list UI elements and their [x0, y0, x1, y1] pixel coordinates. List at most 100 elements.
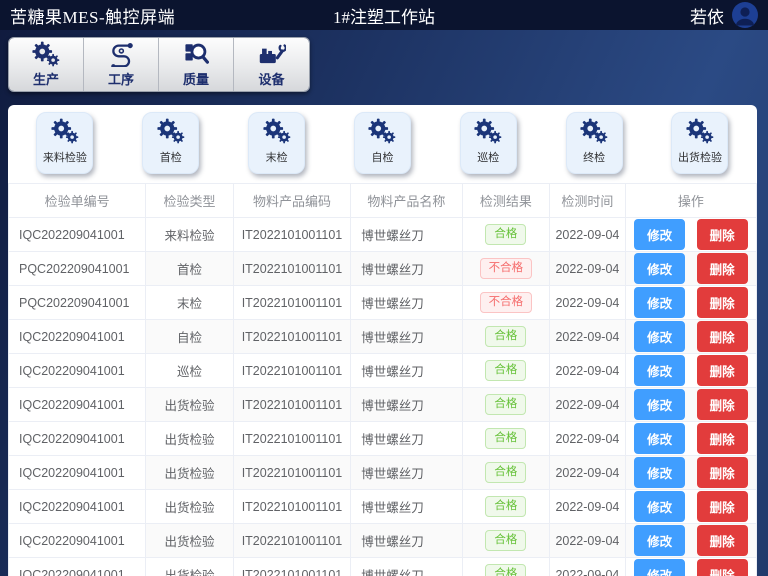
- result-badge: 合格: [485, 224, 526, 245]
- cell-inspection-type: 出货检验: [146, 490, 234, 524]
- edit-button[interactable]: 修改: [634, 491, 685, 522]
- user-area[interactable]: 若依: [690, 2, 758, 28]
- cell-material-code: IT2022101001101: [233, 252, 350, 286]
- cell-date: 2022-09-04: [550, 490, 626, 524]
- table-row: IQC202209041001 来料检验 IT2022101001101 博世螺…: [9, 218, 757, 252]
- edit-button[interactable]: 修改: [634, 457, 685, 488]
- cell-order-no: IQC202209041001: [9, 354, 146, 388]
- nav-button-4[interactable]: 设备: [234, 38, 309, 91]
- edit-button[interactable]: 修改: [634, 219, 685, 250]
- edit-button[interactable]: 修改: [634, 559, 685, 576]
- table-row: IQC202209041001 出货检验 IT2022101001101 博世螺…: [9, 558, 757, 576]
- cell-result: 不合格: [462, 252, 550, 286]
- cell-date: 2022-09-04: [550, 388, 626, 422]
- table-row: PQC202209041001 末检 IT2022101001101 博世螺丝刀…: [9, 286, 757, 320]
- table-row: IQC202209041001 出货检验 IT2022101001101 博世螺…: [9, 524, 757, 558]
- cell-result: 合格: [462, 354, 550, 388]
- cell-actions: 修改 删除: [625, 558, 756, 576]
- cell-actions: 修改 删除: [625, 456, 756, 490]
- cell-inspection-type: 出货检验: [146, 422, 234, 456]
- cell-date: 2022-09-04: [550, 252, 626, 286]
- result-badge: 合格: [485, 360, 526, 381]
- cell-order-no: IQC202209041001: [9, 320, 146, 354]
- inspection-tab-7[interactable]: 出货检验: [671, 112, 728, 174]
- inspection-tab-1[interactable]: 来料检验: [36, 112, 93, 174]
- cell-material-code: IT2022101001101: [233, 354, 350, 388]
- result-badge: 合格: [485, 496, 526, 517]
- delete-button[interactable]: 删除: [697, 389, 748, 420]
- tab-label: 出货检验: [678, 149, 722, 165]
- cell-result: 合格: [462, 422, 550, 456]
- nav-button-1[interactable]: 生产: [9, 38, 84, 91]
- inspection-tab-4[interactable]: 自检: [354, 112, 411, 174]
- cell-order-no: PQC202209041001: [9, 252, 146, 286]
- inspection-tabs: 来料检验 首检 末检 自检 巡检 终检 出货检验: [8, 112, 757, 175]
- edit-button[interactable]: 修改: [634, 287, 685, 318]
- topbar: 苦糖果MES-触控屏端 1#注塑工作站 若依: [0, 0, 768, 30]
- nav-button-2[interactable]: 工序: [84, 38, 159, 91]
- tab-label: 巡检: [477, 149, 499, 165]
- delete-button[interactable]: 删除: [697, 287, 748, 318]
- inspection-tab-3[interactable]: 末检: [248, 112, 305, 174]
- process-route-icon: [107, 41, 135, 67]
- delete-button[interactable]: 删除: [697, 457, 748, 488]
- cell-material-code: IT2022101001101: [233, 490, 350, 524]
- cell-material-name: 博世螺丝刀: [351, 388, 462, 422]
- edit-button[interactable]: 修改: [634, 423, 685, 454]
- nav-button-3[interactable]: 质量: [159, 38, 234, 91]
- cell-order-no: IQC202209041001: [9, 490, 146, 524]
- result-badge: 不合格: [480, 292, 533, 313]
- delete-button[interactable]: 删除: [697, 525, 748, 556]
- cell-material-code: IT2022101001101: [233, 456, 350, 490]
- result-badge: 不合格: [480, 258, 533, 279]
- delete-button[interactable]: 删除: [697, 321, 748, 352]
- nav-label: 生产: [33, 69, 59, 88]
- inspection-tab-5[interactable]: 巡检: [460, 112, 517, 174]
- cell-result: 合格: [462, 320, 550, 354]
- cell-material-name: 博世螺丝刀: [351, 252, 462, 286]
- table-row: IQC202209041001 出货检验 IT2022101001101 博世螺…: [9, 456, 757, 490]
- cell-material-name: 博世螺丝刀: [351, 286, 462, 320]
- column-header: 操作: [625, 184, 756, 218]
- cell-actions: 修改 删除: [625, 490, 756, 524]
- cell-material-name: 博世螺丝刀: [351, 558, 462, 576]
- cell-actions: 修改 删除: [625, 524, 756, 558]
- cell-material-code: IT2022101001101: [233, 286, 350, 320]
- cell-date: 2022-09-04: [550, 354, 626, 388]
- table-row: IQC202209041001 出货检验 IT2022101001101 博世螺…: [9, 490, 757, 524]
- cell-order-no: IQC202209041001: [9, 422, 146, 456]
- delete-button[interactable]: 删除: [697, 219, 748, 250]
- result-badge: 合格: [485, 564, 526, 576]
- cell-inspection-type: 出货检验: [146, 456, 234, 490]
- inspection-tab-2[interactable]: 首检: [142, 112, 199, 174]
- gears-icon: [156, 118, 186, 148]
- edit-button[interactable]: 修改: [634, 525, 685, 556]
- edit-button[interactable]: 修改: [634, 321, 685, 352]
- delete-button[interactable]: 删除: [697, 253, 748, 284]
- edit-button[interactable]: 修改: [634, 389, 685, 420]
- user-avatar-icon[interactable]: [732, 2, 758, 28]
- cell-result: 合格: [462, 524, 550, 558]
- cell-date: 2022-09-04: [550, 456, 626, 490]
- inspection-table: 检验单编号检验类型物料产品编码物料产品名称检测结果检测时间操作 IQC20220…: [8, 183, 757, 576]
- tab-label: 首检: [160, 149, 182, 165]
- cell-order-no: IQC202209041001: [9, 524, 146, 558]
- cell-result: 合格: [462, 558, 550, 576]
- cell-actions: 修改 删除: [625, 320, 756, 354]
- tab-label: 末检: [266, 149, 288, 165]
- gears-icon: [31, 41, 61, 67]
- delete-button[interactable]: 删除: [697, 423, 748, 454]
- gears-icon: [473, 118, 503, 148]
- edit-button[interactable]: 修改: [634, 253, 685, 284]
- delete-button[interactable]: 删除: [697, 355, 748, 386]
- edit-button[interactable]: 修改: [634, 355, 685, 386]
- result-badge: 合格: [485, 462, 526, 483]
- inspection-tab-6[interactable]: 终检: [566, 112, 623, 174]
- delete-button[interactable]: 删除: [697, 491, 748, 522]
- cell-date: 2022-09-04: [550, 558, 626, 576]
- table-row: IQC202209041001 自检 IT2022101001101 博世螺丝刀…: [9, 320, 757, 354]
- cell-actions: 修改 删除: [625, 422, 756, 456]
- cell-material-name: 博世螺丝刀: [351, 490, 462, 524]
- cell-actions: 修改 删除: [625, 252, 756, 286]
- delete-button[interactable]: 删除: [697, 559, 748, 576]
